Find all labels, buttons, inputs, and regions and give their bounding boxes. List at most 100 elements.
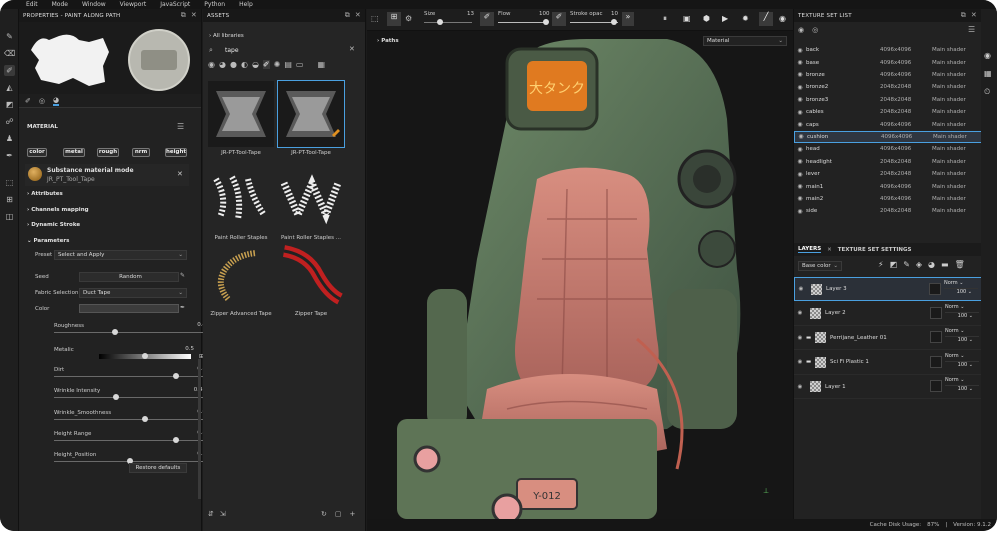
delete-layer-icon[interactable]: 🗑 bbox=[955, 260, 965, 269]
channel-metal-button[interactable]: metal bbox=[63, 148, 85, 157]
asset-card[interactable]: Paint Roller Staples ... bbox=[278, 169, 344, 241]
layer-opacity[interactable]: 100 ⌄ bbox=[945, 386, 979, 392]
camera-view-icon[interactable]: ▣ bbox=[683, 14, 691, 23]
asset-card-selected[interactable]: JR-PT-Tool-Tape bbox=[277, 80, 345, 156]
polygon-fill-icon[interactable]: ◩ bbox=[4, 99, 15, 110]
cube-icon[interactable]: ⬢ bbox=[703, 14, 710, 23]
paint-mode-icon[interactable]: ╱ bbox=[759, 12, 773, 26]
section-attributes[interactable]: › Attributes bbox=[27, 191, 63, 197]
light-icon[interactable]: ✹ bbox=[742, 14, 749, 23]
size-slider[interactable] bbox=[424, 22, 472, 23]
flow-slider-knob[interactable] bbox=[543, 19, 549, 25]
fabric-dropdown[interactable]: Duct Tape ⌄ bbox=[79, 288, 187, 298]
path-tool-icon[interactable]: ✐ bbox=[4, 65, 15, 76]
seed-random-button[interactable]: Random bbox=[79, 272, 179, 282]
menu-mode[interactable]: Mode bbox=[52, 1, 68, 8]
mask-thumbnail[interactable] bbox=[930, 331, 942, 343]
tab-texture-set-settings[interactable]: TEXTURE SET SETTINGS bbox=[838, 247, 912, 253]
filter-generator-icon[interactable]: ◒ bbox=[252, 60, 259, 69]
add-mask-icon[interactable]: ◩ bbox=[890, 260, 898, 269]
slider-track[interactable] bbox=[54, 397, 206, 398]
mask-thumbnail[interactable] bbox=[929, 283, 941, 295]
layer-opacity[interactable]: 100 ⌄ bbox=[945, 337, 979, 343]
asset-card[interactable]: Zipper Advanced Tape bbox=[208, 245, 274, 317]
float-texture-set-icon[interactable]: ⧉ bbox=[961, 11, 966, 20]
float-assets-icon[interactable]: ⧉ bbox=[345, 11, 350, 20]
eye-icon[interactable]: ◉ bbox=[795, 286, 807, 292]
grid-view-icon[interactable]: ▦ bbox=[317, 60, 325, 69]
remove-material-icon[interactable]: ✕ bbox=[177, 170, 183, 178]
material-tab-icon[interactable]: ◕ bbox=[52, 96, 60, 106]
new-folder-icon[interactable]: ▢ bbox=[335, 510, 342, 518]
channel-color-button[interactable]: color bbox=[27, 148, 47, 157]
slider-knob[interactable] bbox=[113, 394, 120, 400]
texture-set-row[interactable]: ◉ base 4096x4096 Main shader bbox=[794, 56, 982, 68]
slider-knob[interactable] bbox=[172, 373, 179, 379]
size-slider-knob[interactable] bbox=[437, 19, 443, 25]
texture-set-row[interactable]: ◉ back 4096x4096 Main shader bbox=[794, 44, 982, 56]
eraser-icon[interactable]: ⌫ bbox=[4, 48, 15, 59]
slider-track[interactable] bbox=[54, 419, 206, 420]
add-smart-material-icon[interactable]: ◕ bbox=[928, 260, 935, 269]
menu-list-icon[interactable]: ☰ bbox=[177, 122, 184, 131]
folder-icon[interactable]: ▬ bbox=[806, 359, 815, 365]
layer-opacity[interactable]: 100 ⌄ bbox=[945, 362, 979, 368]
eyedropper-icon[interactable]: ✒ bbox=[180, 304, 185, 311]
menu-help[interactable]: Help bbox=[239, 1, 253, 8]
add-paint-layer-icon[interactable]: ✎ bbox=[903, 260, 910, 269]
properties-scrollbar[interactable] bbox=[198, 359, 201, 499]
flow-pressure-icon[interactable]: ✐ bbox=[552, 12, 566, 26]
channel-dropdown[interactable]: Base color ⌄ bbox=[798, 261, 842, 271]
slider-track[interactable] bbox=[54, 376, 206, 377]
section-parameters[interactable]: ⌄ Parameters bbox=[27, 238, 69, 244]
texture-set-row[interactable]: ◉ cables 2048x2048 Main shader bbox=[794, 106, 982, 118]
eye-icon[interactable]: ◉ bbox=[794, 121, 806, 128]
history-icon[interactable]: ⏲ bbox=[984, 87, 990, 97]
restore-defaults-button[interactable]: Restore defaults bbox=[129, 463, 187, 473]
pause-icon[interactable]: ⏸ bbox=[663, 14, 667, 24]
folder-icon[interactable]: ▬ bbox=[806, 335, 815, 341]
visibility-all-icon[interactable]: ◉ bbox=[798, 26, 804, 34]
viewport-3d[interactable]: 大タンク Y-012 › Paths Material ⌄ ⊥ bbox=[367, 9, 793, 519]
menu-viewport[interactable]: Viewport bbox=[120, 1, 147, 8]
import-icon[interactable]: ⇵ bbox=[208, 510, 214, 518]
eye-icon[interactable]: ◉ bbox=[794, 158, 806, 165]
layer-row[interactable]: ◉ Layer 3 Norm ⌄ 100 ⌄ bbox=[794, 277, 982, 301]
add-folder-icon[interactable]: ▬ bbox=[941, 260, 949, 269]
symmetry-icon[interactable]: ⊞ bbox=[387, 12, 401, 26]
texture-set-row[interactable]: ◉ headlight 2048x2048 Main shader bbox=[794, 156, 982, 168]
texture-set-strip-icon[interactable]: ◉ bbox=[984, 51, 991, 60]
slider-track[interactable] bbox=[54, 332, 206, 333]
eye-icon[interactable]: ◉ bbox=[794, 109, 806, 116]
filter-particle-icon[interactable]: ✺ bbox=[274, 60, 281, 69]
eye-icon[interactable]: ◉ bbox=[794, 195, 806, 202]
blend-mode-dropdown[interactable]: Norm ⌄ bbox=[945, 377, 979, 386]
bake-icon[interactable]: ⬚ bbox=[4, 177, 15, 188]
eye-icon[interactable]: ◉ bbox=[794, 59, 806, 66]
screenshot-icon[interactable]: ◉ bbox=[779, 14, 786, 23]
clone-icon[interactable]: ♟ bbox=[4, 133, 15, 144]
color-swatch[interactable] bbox=[79, 304, 179, 313]
texture-set-row[interactable]: ◉ cushion 4096x4096 Main shader bbox=[794, 130, 982, 144]
eye-icon[interactable]: ◉ bbox=[795, 133, 807, 140]
add-asset-icon[interactable]: + bbox=[350, 510, 356, 518]
filter-mask-icon[interactable]: ◐ bbox=[241, 60, 248, 69]
close-panel-icon[interactable]: ✕ bbox=[191, 11, 197, 20]
settings-sliders-icon[interactable]: ⚙ bbox=[405, 14, 412, 23]
paths-toggle[interactable]: › Paths bbox=[377, 38, 399, 44]
texture-set-row[interactable]: ◉ side 2048x2048 Main shader bbox=[794, 205, 982, 217]
menu-edit[interactable]: Edit bbox=[26, 1, 38, 8]
search-input[interactable]: tape bbox=[225, 47, 345, 54]
smudge-icon[interactable]: ☍ bbox=[4, 116, 15, 127]
mask-thumbnail[interactable] bbox=[930, 306, 942, 319]
eye-icon[interactable]: ◉ bbox=[794, 84, 806, 91]
flow-slider[interactable] bbox=[498, 22, 548, 23]
layer-row[interactable]: ◉ ▬ Perrijane_Leather 01 Norm ⌄ 100 ⌄ bbox=[794, 326, 982, 350]
geometry-mask-icon[interactable]: ◫ bbox=[4, 211, 15, 222]
more-options-icon[interactable]: » bbox=[622, 12, 634, 26]
texture-set-row[interactable]: ◉ bronze3 2048x2048 Main shader bbox=[794, 94, 982, 106]
slider-knob[interactable] bbox=[111, 329, 118, 335]
layer-row[interactable]: ◉ Layer 1 Norm ⌄ 100 ⌄ bbox=[794, 375, 982, 399]
mask-thumbnail[interactable] bbox=[930, 380, 942, 392]
channel-rough-button[interactable]: rough bbox=[97, 148, 119, 157]
